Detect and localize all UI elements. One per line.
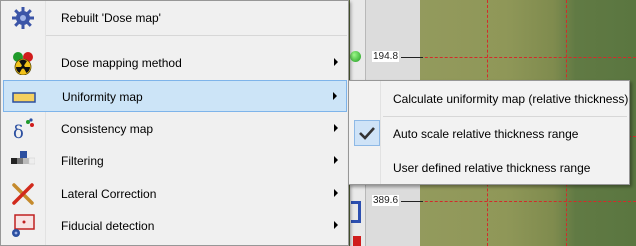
- fiducial-icon: [11, 214, 35, 238]
- cross-pens-icon: [11, 182, 35, 206]
- uniformity-bar-icon: [12, 85, 36, 109]
- context-menu: Rebuilt 'Dose map' Dose mapping method U…: [0, 0, 349, 246]
- tick-mark: [401, 201, 423, 202]
- submenu-arrow-icon: [333, 92, 337, 100]
- menu-item-lateral-correction[interactable]: Lateral Correction: [3, 178, 347, 210]
- menu-item-label: Filtering: [61, 154, 104, 168]
- menu-item-fiducial-detection[interactable]: Fiducial detection: [3, 210, 347, 242]
- status-dot-icon: [350, 51, 361, 62]
- uniformity-submenu: Calculate uniformity map (relative thick…: [348, 80, 630, 185]
- submenu-item-user-defined-range[interactable]: User defined relative thickness range: [351, 152, 627, 183]
- grid-line: [405, 57, 636, 58]
- checkmark-icon: [354, 120, 380, 146]
- marker-icon: [353, 236, 361, 246]
- submenu-arrow-icon: [334, 156, 338, 164]
- marker-icon: [351, 201, 361, 223]
- y-tick-label: 389.6: [372, 195, 400, 206]
- submenu-item-label: Calculate uniformity map (relative thick…: [393, 92, 629, 106]
- y-tick-label: 194.8: [372, 51, 400, 62]
- svg-text:δ: δ: [13, 122, 24, 141]
- menu-item-label: Rebuilt 'Dose map': [61, 11, 161, 25]
- submenu-arrow-icon: [334, 58, 338, 66]
- menu-item-label: Consistency map: [61, 122, 154, 136]
- menu-item-label: Dose mapping method: [61, 56, 182, 70]
- menu-item-dose-mapping-method[interactable]: Dose mapping method: [3, 47, 347, 79]
- menu-item-consistency-map[interactable]: δ Consistency map: [3, 113, 347, 145]
- menu-item-uniformity-map[interactable]: Uniformity map: [3, 80, 347, 112]
- menu-item-filtering[interactable]: Filtering: [3, 145, 347, 177]
- menu-item-label: Lateral Correction: [61, 187, 157, 201]
- filter-blocks-icon: [11, 149, 36, 173]
- menu-item-label: Uniformity map: [62, 90, 143, 104]
- submenu-item-calculate-uniformity-map[interactable]: Calculate uniformity map (relative thick…: [351, 83, 629, 114]
- submenu-item-auto-scale-range[interactable]: Auto scale relative thickness range: [351, 118, 627, 149]
- submenu-separator: [383, 116, 627, 117]
- menu-separator: [46, 35, 347, 36]
- submenu-arrow-icon: [334, 189, 338, 197]
- gear-icon: [11, 6, 35, 30]
- menu-item-label: Fiducial detection: [61, 219, 155, 233]
- grid-line: [405, 201, 636, 202]
- delta-icon: δ: [11, 117, 35, 143]
- submenu-item-label: Auto scale relative thickness range: [393, 127, 579, 141]
- menu-item-rebuilt-dose-map[interactable]: Rebuilt 'Dose map': [3, 2, 347, 34]
- tick-mark: [401, 57, 423, 58]
- radiation-icon: [11, 51, 35, 76]
- submenu-arrow-icon: [334, 221, 338, 229]
- submenu-arrow-icon: [334, 124, 338, 132]
- submenu-item-label: User defined relative thickness range: [393, 161, 591, 175]
